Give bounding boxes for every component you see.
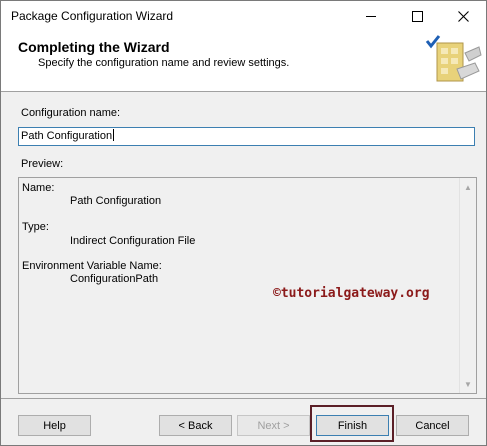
minimize-icon [366, 15, 376, 17]
preview-label: Preview: [21, 158, 64, 170]
help-button[interactable]: Help [18, 415, 91, 436]
scroll-down-icon[interactable]: ▼ [460, 376, 476, 392]
preview-name-key: Name: [22, 182, 55, 194]
next-button[interactable]: Next > [237, 415, 310, 436]
minimize-button[interactable] [348, 1, 394, 31]
configuration-name-label: Configuration name: [21, 107, 121, 119]
window-title: Package Configuration Wizard [11, 9, 174, 23]
wizard-window: Package Configuration Wizard Completing … [0, 0, 487, 446]
close-icon [457, 10, 469, 22]
button-bar-divider [1, 398, 486, 399]
preview-type-key: Type: [22, 221, 49, 233]
text-caret [113, 129, 115, 141]
cancel-button[interactable]: Cancel [396, 415, 469, 436]
configuration-name-field[interactable]: Path Configuration [18, 127, 475, 146]
close-button[interactable] [440, 1, 486, 31]
page-title: Completing the Wizard [18, 39, 170, 55]
watermark-text: ©tutorialgateway.org [273, 286, 430, 301]
wizard-header: Completing the Wizard Specify the config… [1, 31, 486, 92]
configuration-name-value: Path Configuration [21, 130, 113, 142]
maximize-icon [411, 10, 423, 22]
preview-name-value: Path Configuration [70, 195, 162, 207]
preview-type-value: Indirect Configuration File [70, 235, 196, 247]
title-bar: Package Configuration Wizard [1, 1, 486, 31]
scroll-up-icon[interactable]: ▲ [460, 179, 476, 195]
back-button[interactable]: < Back [159, 415, 232, 436]
preview-scrollbar[interactable]: ▲ ▼ [459, 178, 476, 393]
wizard-checklist-icon [425, 35, 482, 82]
finish-highlight-box [310, 405, 394, 442]
preview-env-value: ConfigurationPath [70, 273, 159, 285]
page-subtitle: Specify the configuration name and revie… [38, 57, 290, 69]
maximize-button[interactable] [394, 1, 440, 31]
preview-env-key: Environment Variable Name: [22, 260, 162, 272]
